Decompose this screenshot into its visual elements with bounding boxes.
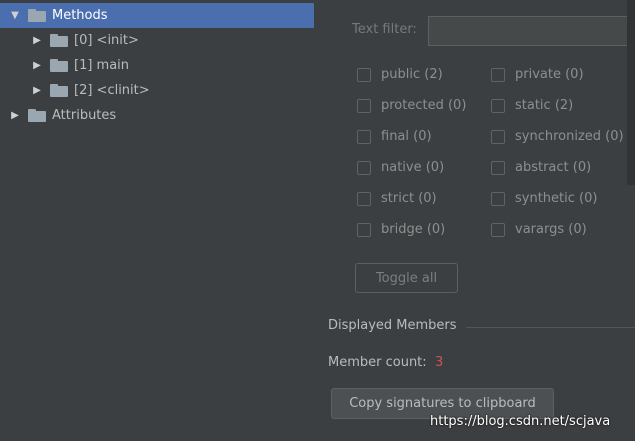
checkbox-box[interactable] bbox=[491, 67, 505, 82]
tree-node-clinit[interactable]: ▶ [2] <clinit> bbox=[0, 78, 150, 103]
toggle-all-button[interactable]: Toggle all bbox=[355, 263, 458, 293]
checkbox-protected[interactable]: protected (0) bbox=[357, 98, 466, 113]
collapse-arrow-icon[interactable]: ▶ bbox=[8, 110, 22, 121]
displayed-members-title: Displayed Members bbox=[328, 318, 457, 333]
checkbox-box[interactable] bbox=[357, 160, 371, 175]
tree-node-main[interactable]: ▶ [1] main bbox=[0, 53, 129, 78]
checkbox-label: bridge (0) bbox=[381, 222, 446, 237]
checkbox-abstract[interactable]: abstract (0) bbox=[491, 160, 591, 175]
folder-icon bbox=[28, 109, 46, 122]
checkbox-box[interactable] bbox=[357, 98, 371, 113]
folder-icon bbox=[28, 9, 46, 22]
tree-node-label: Methods bbox=[52, 8, 108, 23]
folder-icon bbox=[50, 59, 68, 72]
section-divider bbox=[466, 327, 635, 328]
checkbox-label: public (2) bbox=[381, 67, 443, 82]
watermark-text: https://blog.csdn.net/scjava bbox=[430, 414, 611, 429]
checkbox-synthetic[interactable]: synthetic (0) bbox=[491, 191, 597, 206]
checkbox-label: strict (0) bbox=[381, 191, 437, 206]
checkbox-box[interactable] bbox=[357, 67, 371, 82]
tree-node-label: [0] <init> bbox=[74, 33, 139, 48]
checkbox-synchronized[interactable]: synchronized (0) bbox=[491, 129, 624, 144]
checkbox-bridge[interactable]: bridge (0) bbox=[357, 222, 445, 237]
tree-node-init[interactable]: ▶ [0] <init> bbox=[0, 28, 139, 53]
tree-node-label: [2] <clinit> bbox=[74, 83, 150, 98]
checkbox-strict[interactable]: strict (0) bbox=[357, 191, 437, 206]
checkbox-label: final (0) bbox=[381, 129, 432, 144]
text-filter-input[interactable] bbox=[428, 16, 635, 46]
checkbox-label: varargs (0) bbox=[515, 222, 587, 237]
expand-arrow-icon[interactable]: ▼ bbox=[8, 10, 22, 21]
tree-node-attributes[interactable]: ▶ Attributes bbox=[0, 103, 116, 128]
checkbox-static[interactable]: static (2) bbox=[491, 98, 573, 113]
member-tree[interactable]: ▼ Methods ▶ [0] <init> ▶ [1] main ▶ [2] … bbox=[0, 0, 320, 441]
scrollbar-track[interactable] bbox=[627, 0, 635, 185]
checkbox-label: synthetic (0) bbox=[515, 191, 598, 206]
checkbox-box[interactable] bbox=[357, 129, 371, 144]
checkbox-box[interactable] bbox=[491, 129, 505, 144]
checkbox-label: synchronized (0) bbox=[515, 129, 624, 144]
checkbox-label: protected (0) bbox=[381, 98, 467, 113]
collapse-arrow-icon[interactable]: ▶ bbox=[30, 60, 44, 71]
member-count-label: Member count: bbox=[328, 355, 427, 370]
tree-node-label: [1] main bbox=[74, 58, 130, 73]
collapse-arrow-icon[interactable]: ▶ bbox=[30, 35, 44, 46]
checkbox-label: native (0) bbox=[381, 160, 445, 175]
folder-icon bbox=[50, 84, 68, 97]
checkbox-box[interactable] bbox=[357, 222, 371, 237]
checkbox-final[interactable]: final (0) bbox=[357, 129, 432, 144]
checkbox-box[interactable] bbox=[357, 191, 371, 206]
tree-node-methods[interactable]: ▼ Methods bbox=[0, 3, 314, 28]
checkbox-box[interactable] bbox=[491, 98, 505, 113]
checkbox-label: abstract (0) bbox=[515, 160, 592, 175]
checkbox-private[interactable]: private (0) bbox=[491, 67, 584, 82]
checkbox-box[interactable] bbox=[491, 191, 505, 206]
collapse-arrow-icon[interactable]: ▶ bbox=[30, 85, 44, 96]
checkbox-box[interactable] bbox=[491, 160, 505, 175]
checkbox-box[interactable] bbox=[491, 222, 505, 237]
folder-icon bbox=[50, 34, 68, 47]
checkbox-native[interactable]: native (0) bbox=[357, 160, 444, 175]
checkbox-varargs[interactable]: varargs (0) bbox=[491, 222, 587, 237]
member-count-value: 3 bbox=[435, 355, 444, 370]
tree-node-label: Attributes bbox=[52, 108, 117, 123]
text-filter-label: Text filter: bbox=[352, 22, 417, 37]
checkbox-label: static (2) bbox=[515, 98, 574, 113]
checkbox-label: private (0) bbox=[515, 67, 584, 82]
checkbox-public[interactable]: public (2) bbox=[357, 67, 443, 82]
